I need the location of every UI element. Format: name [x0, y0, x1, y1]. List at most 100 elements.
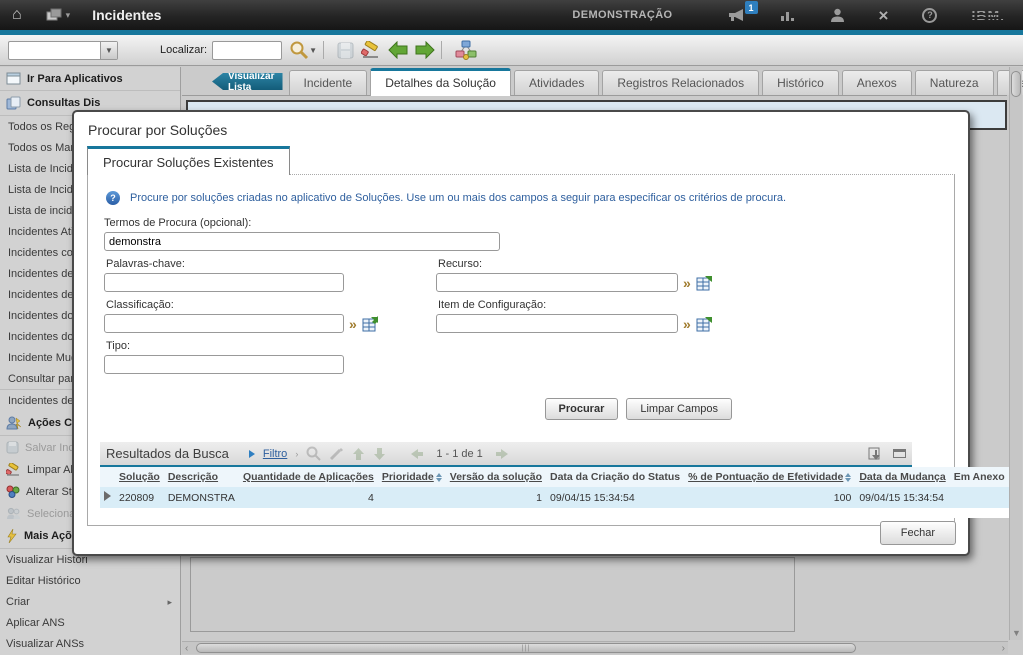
tab-procurar-solucoes-existentes[interactable]: Procurar Soluções Existentes — [87, 146, 290, 175]
detail-chevron-icon[interactable]: » — [683, 317, 691, 331]
bookmarks-icon — [6, 96, 21, 110]
tab-detalhes-da-solucao[interactable]: Detalhes da Solução — [370, 68, 511, 96]
expand-row-icon[interactable] — [104, 491, 111, 501]
workflow-button[interactable] — [455, 40, 477, 60]
more-action-create[interactable]: Criar ▸ — [0, 591, 180, 612]
go-to-applications-menu[interactable]: ▾ — [46, 8, 71, 22]
info-icon: ? — [106, 191, 120, 205]
next-record-button[interactable] — [415, 41, 435, 59]
cell-descricao: DEMONSTRA — [164, 487, 239, 508]
filter-expand-icon[interactable] — [249, 450, 255, 458]
scroll-left-arrow-icon[interactable]: ‹ — [185, 643, 188, 654]
search-button[interactable]: Procurar — [545, 398, 619, 420]
vertical-scrollbar[interactable]: ▼ — [1009, 67, 1022, 640]
tab-historico[interactable]: Histórico — [762, 70, 839, 95]
record-tabs: Visualizar Lista Incidente Detalhes da S… — [182, 69, 1007, 96]
tab-registros-relacionados[interactable]: Registros Relacionados — [602, 70, 759, 95]
app-title: Incidentes — [92, 7, 161, 23]
chevron-down-icon[interactable]: ▼ — [100, 42, 117, 59]
classification-label: Classificação: — [106, 299, 430, 311]
result-row[interactable]: 220809 DEMONSTRA 4 1 09/04/15 15:34:54 1… — [100, 487, 1009, 508]
empty-row — [100, 508, 1009, 518]
resource-input[interactable] — [436, 273, 678, 292]
environment-label: DEMONSTRAÇÃO — [572, 9, 672, 21]
clear-fields-button[interactable]: Limpar Campos — [626, 398, 732, 420]
config-item-input[interactable] — [436, 314, 678, 333]
column-descricao[interactable]: Descrição — [164, 467, 239, 487]
window-icon — [6, 72, 21, 85]
main-toolbar: ▼ Localizar: ▼ — [0, 35, 1023, 66]
arrow-up-icon — [352, 447, 365, 461]
vertical-scroll-thumb[interactable] — [1011, 71, 1021, 97]
sort-icon — [845, 473, 851, 482]
dialog-tabs: Procurar Soluções Existentes — [87, 146, 968, 174]
sidebar-section-label: Consultas Dis — [27, 97, 100, 109]
workflow-icon — [455, 40, 477, 60]
type-label: Tipo: — [106, 340, 430, 352]
profile-button[interactable] — [830, 8, 845, 22]
sign-out-button[interactable]: × — [879, 7, 889, 24]
classification-input[interactable] — [104, 314, 344, 333]
announcements-button[interactable]: 1 — [728, 8, 746, 22]
column-pontuacao-efetividade[interactable]: % de Pontuação de Efetividade — [684, 467, 855, 487]
row-expand-cell[interactable] — [100, 487, 115, 508]
more-action-view-slas[interactable]: Visualizar ANSs — [0, 633, 180, 654]
user-icon — [830, 8, 845, 22]
tab-incidente[interactable]: Incidente — [289, 70, 368, 95]
help-button[interactable]: ? — [922, 8, 937, 23]
tab-anexos[interactable]: Anexos — [842, 70, 912, 95]
search-options-caret[interactable]: ▼ — [309, 46, 317, 55]
home-icon[interactable]: ⌂ — [12, 6, 22, 24]
type-input[interactable] — [104, 355, 344, 374]
column-data-mudanca[interactable]: Data da Mudança — [855, 467, 949, 487]
search-icon — [289, 40, 309, 60]
tab-atividades[interactable]: Atividades — [514, 70, 599, 95]
filter-link[interactable]: Filtro — [263, 448, 287, 460]
find-label: Localizar: — [160, 44, 207, 56]
select-value-icon[interactable] — [696, 316, 713, 332]
lightning-icon — [6, 529, 18, 543]
action-label: Salvar Inci — [25, 442, 76, 454]
people-icon — [6, 507, 21, 520]
minimize-icon[interactable] — [893, 449, 906, 458]
select-value-icon[interactable] — [696, 275, 713, 291]
column-quantidade[interactable]: Quantidade de Aplicações — [239, 467, 378, 487]
cell-solucao[interactable]: 220809 — [115, 487, 164, 508]
detail-chevron-icon[interactable]: » — [349, 317, 357, 331]
eraser-icon — [6, 463, 21, 476]
sort-icon — [436, 473, 442, 482]
results-title: Resultados da Busca — [106, 446, 229, 461]
sidebar-section-label: Ir Para Aplicativos — [27, 73, 123, 85]
status-dots-icon — [6, 485, 20, 498]
column-data-criacao-status: Data da Criação do Status — [546, 467, 684, 487]
keywords-input[interactable] — [104, 273, 344, 292]
scroll-down-arrow-icon[interactable]: ▼ — [1012, 628, 1021, 638]
column-prioridade[interactable]: Prioridade — [378, 467, 446, 487]
sidebar-section-applications[interactable]: Ir Para Aplicativos — [0, 67, 180, 91]
horizontal-scroll-thumb[interactable]: ||| — [196, 643, 856, 653]
action-label: Editar Histórico — [6, 575, 81, 587]
save-button-disabled — [337, 42, 354, 59]
search-terms-input[interactable] — [104, 232, 500, 251]
search-button[interactable] — [289, 40, 309, 60]
tab-natureza[interactable]: Natureza — [915, 70, 994, 95]
more-action-apply-sla[interactable]: Aplicar ANS — [0, 612, 180, 633]
reports-button[interactable] — [780, 9, 796, 22]
clear-changes-button[interactable] — [361, 41, 381, 59]
column-versao[interactable]: Versão da solução — [446, 467, 546, 487]
detail-chevron-icon[interactable]: » — [683, 276, 691, 290]
resource-label: Recurso: — [438, 258, 713, 270]
previous-record-button[interactable] — [388, 41, 408, 59]
background-field-box — [190, 557, 795, 632]
scroll-right-arrow-icon[interactable]: › — [1002, 643, 1005, 654]
view-list-tag[interactable]: Visualizar Lista — [212, 73, 283, 90]
horizontal-scrollbar[interactable]: ‹ ||| › — [182, 641, 1008, 654]
column-solucao[interactable]: Solução — [115, 467, 164, 487]
select-value-icon[interactable] — [362, 316, 379, 332]
download-icon[interactable] — [868, 446, 885, 461]
find-input[interactable] — [212, 41, 282, 60]
more-action-edit-history[interactable]: Editar Histórico — [0, 570, 180, 591]
close-button[interactable]: Fechar — [880, 521, 956, 545]
query-select[interactable]: ▼ — [8, 41, 118, 60]
config-item-label: Item de Configuração: — [438, 299, 713, 311]
